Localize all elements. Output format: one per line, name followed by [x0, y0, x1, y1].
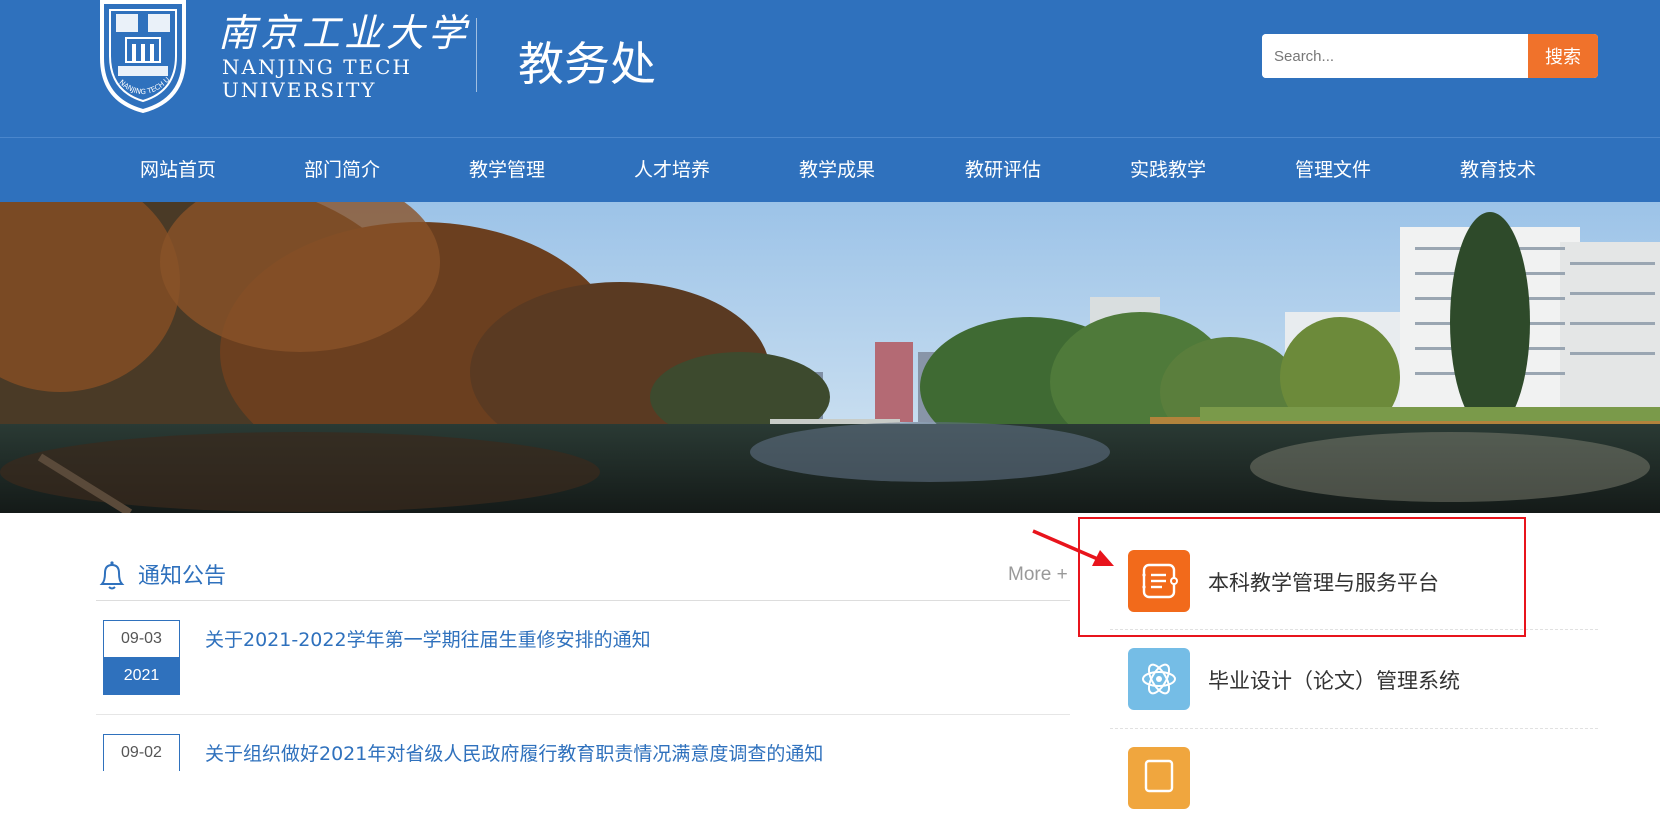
- atom-icon[interactable]: [1128, 648, 1190, 710]
- notice-header-divider: [96, 600, 1070, 601]
- nav-item-practice-teaching[interactable]: 实践教学: [1103, 138, 1233, 203]
- search-button[interactable]: 搜索: [1528, 34, 1598, 78]
- campus-banner-image: [0, 202, 1660, 513]
- nav-item-teaching-achievements[interactable]: 教学成果: [772, 138, 902, 203]
- notice-link[interactable]: 关于2021-2022学年第一学期往届生重修安排的通知: [205, 625, 651, 652]
- search-box: 搜索: [1262, 34, 1598, 78]
- notice-section-title: 通知公告: [138, 564, 227, 589]
- nav-item-home[interactable]: 网站首页: [113, 138, 243, 203]
- notice-date-year: 2021: [104, 657, 179, 694]
- red-arrow-annotation-icon: [1030, 528, 1120, 572]
- notice-row-divider: [96, 714, 1070, 715]
- bell-icon: [96, 559, 128, 591]
- header-divider: [476, 18, 477, 92]
- site-header: NANJING TECH UNIVERSITY 南京工业大学 NANJING T…: [0, 0, 1660, 137]
- main-nav: 网站首页 部门简介 教学管理 人才培养 教学成果 教研评估 实践教学 管理文件 …: [0, 137, 1660, 202]
- service-link-teaching-platform[interactable]: 本科教学管理与服务平台: [1208, 567, 1439, 597]
- notice-date-md: 09-02: [104, 735, 179, 771]
- university-name-en: NANJING TECH UNIVERSITY: [222, 56, 412, 102]
- nav-item-teaching-management[interactable]: 教学管理: [442, 138, 572, 203]
- service-link-thesis-system[interactable]: 毕业设计（论文）管理系统: [1208, 665, 1460, 695]
- university-name-cn: 南京工业大学: [218, 11, 471, 55]
- search-input[interactable]: [1262, 34, 1528, 78]
- nav-item-evaluation[interactable]: 教研评估: [938, 138, 1068, 203]
- nav-item-edu-tech[interactable]: 教育技术: [1433, 138, 1563, 203]
- notice-date-badge: 09-02: [103, 734, 180, 771]
- notice-date-md: 09-03: [104, 621, 179, 657]
- nav-item-about[interactable]: 部门简介: [277, 138, 407, 203]
- university-name-en-line2: UNIVERSITY: [222, 78, 377, 102]
- notice-link[interactable]: 关于组织做好2021年对省级人民政府履行教育职责情况满意度调查的通知: [205, 739, 823, 766]
- list-doc-icon[interactable]: [1128, 550, 1190, 612]
- service-separator: [1110, 629, 1598, 630]
- nav-item-talent-training[interactable]: 人才培养: [607, 138, 737, 203]
- notice-date-badge: 09-03 2021: [103, 620, 180, 695]
- nav-item-documents[interactable]: 管理文件: [1268, 138, 1398, 203]
- university-seal-logo[interactable]: NANJING TECH UNIVERSITY: [93, 0, 190, 114]
- doc-icon[interactable]: [1128, 747, 1190, 809]
- university-name-en-line1: NANJING TECH: [222, 55, 412, 79]
- service-separator: [1110, 728, 1598, 729]
- department-title: 教务处: [518, 37, 656, 91]
